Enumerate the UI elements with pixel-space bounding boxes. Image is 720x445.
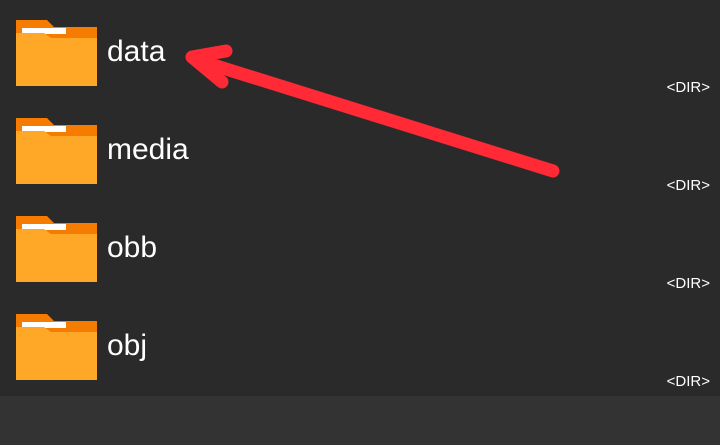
folder-icon (16, 118, 97, 184)
file-name: obj (107, 329, 148, 362)
file-type-label: <DIR> (666, 79, 710, 96)
file-name: obb (107, 231, 158, 264)
list-item-obb[interactable]: obb <DIR> (0, 196, 720, 294)
folder-icon (16, 20, 97, 86)
file-type-label: <DIR> (666, 373, 710, 390)
bottom-bar (0, 396, 720, 445)
folder-icon (16, 314, 97, 380)
file-type-label: <DIR> (666, 275, 710, 292)
list-item-obj[interactable]: obj <DIR> (0, 294, 720, 392)
list-item-data[interactable]: data <DIR> (0, 0, 720, 98)
file-type-label: <DIR> (666, 177, 710, 194)
file-list: data <DIR> media <DIR> obb <DIR> obj <DI… (0, 0, 720, 396)
folder-icon (16, 216, 97, 282)
file-name: data (107, 35, 166, 68)
list-item-media[interactable]: media <DIR> (0, 98, 720, 196)
file-name: media (107, 133, 189, 166)
file-manager-screen: data <DIR> media <DIR> obb <DIR> obj <DI… (0, 0, 720, 445)
